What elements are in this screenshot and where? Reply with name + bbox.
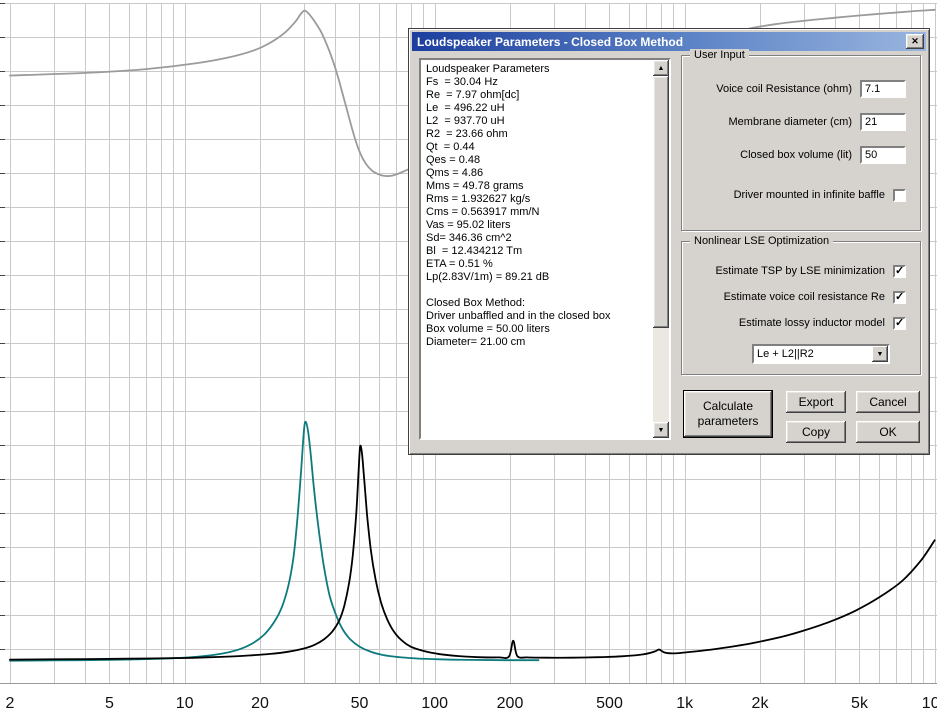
inductor-model-dropdown[interactable]: Le + L2||R2 ▼ (752, 344, 890, 364)
parameter-line: Bl = 12.434212 Tm (426, 245, 523, 257)
parameter-line: Fs = 30.04 Hz (426, 76, 498, 88)
x-tick-label: 2k (752, 695, 770, 712)
x-tick-label: 500 (596, 695, 623, 712)
membrane-diameter-input[interactable] (860, 113, 906, 131)
x-tick-label: 50 (351, 695, 369, 712)
user-input-group: User Input Voice coil Resistance (ohm) M… (681, 49, 921, 231)
estimate-tsp-checkbox[interactable]: ✓ (893, 264, 906, 278)
export-button[interactable]: Export (786, 391, 846, 413)
x-tick-label: 1k (676, 695, 694, 712)
x-tick-label: 2 (6, 695, 15, 712)
parameter-line: Qes = 0.48 (426, 154, 481, 166)
closed-box-volume-row: Closed box volume (lit) (740, 146, 906, 164)
estimate-tsp-row: Estimate TSP by LSE minimization ✓ (715, 262, 906, 280)
estimate-tsp-label: Estimate TSP by LSE minimization (715, 265, 885, 277)
estimate-re-checkbox[interactable]: ✓ (893, 290, 906, 304)
infinite-baffle-label: Driver mounted in infinite baffle (733, 189, 885, 201)
x-tick-label: 5 (105, 695, 114, 712)
dropdown-button[interactable]: ▼ (872, 346, 888, 362)
parameter-line: Sd= 346.36 cm^2 (426, 232, 512, 244)
voice-coil-resistance-input[interactable] (860, 80, 906, 98)
close-button[interactable]: ✕ (906, 34, 924, 49)
x-tick-label: 20 (251, 695, 269, 712)
parameter-line: Box volume = 50.00 liters (426, 323, 550, 335)
parameter-line: Qms = 4.86 (426, 167, 484, 179)
estimate-re-label: Estimate voice coil resistance Re (723, 291, 885, 303)
parameter-line: Re = 7.97 ohm[dc] (426, 89, 520, 101)
vertical-scrollbar[interactable]: ▲ ▼ (653, 60, 669, 438)
parameter-line: Driver unbaffled and in the closed box (426, 310, 611, 322)
infinite-baffle-row: Driver mounted in infinite baffle (734, 186, 906, 204)
copy-button[interactable]: Copy (786, 421, 846, 443)
x-tick-label: 200 (497, 695, 524, 712)
arrow-up-icon: ▲ (657, 64, 665, 72)
estimate-re-row: Estimate voice coil resistance Re ✓ (724, 288, 906, 306)
parameters-text-panel[interactable]: Loudspeaker Parameters Fs = 30.04 Hz Re = … (419, 58, 671, 440)
ok-button[interactable]: OK (856, 421, 920, 443)
estimate-inductor-row: Estimate lossy inductor model ✓ (739, 314, 906, 332)
parameter-line: Lp(2.83V/1m) = 89.21 dB (426, 271, 550, 283)
parameter-line: Closed Box Method: (426, 297, 526, 309)
calculate-parameters-button[interactable]: Calculate parameters (683, 390, 773, 438)
impedance-closed-box-curve (9, 444, 936, 661)
parameter-line (426, 284, 648, 297)
x-tick-label: 10 (176, 695, 194, 712)
x-tick-label: 10k (922, 695, 937, 712)
voice-coil-resistance-row: Voice coil Resistance (ohm) (716, 80, 906, 98)
lse-group-title: Nonlinear LSE Optimization (690, 235, 834, 248)
parameter-line: Le = 496.22 uH (426, 102, 505, 114)
dialog-titlebar[interactable]: Loudspeaker Parameters - Closed Box Meth… (412, 32, 926, 51)
user-input-group-title: User Input (690, 49, 749, 62)
scroll-up-button[interactable]: ▲ (653, 60, 669, 76)
scroll-down-button[interactable]: ▼ (653, 422, 669, 438)
scrollbar-thumb[interactable] (653, 76, 669, 328)
limp-impedance-view: 2 5 10 20 50 100 200 500 1k 2k 5k 10k Loudspeaker P… (0, 0, 937, 715)
arrow-down-icon: ▼ (657, 426, 665, 434)
x-tick-label: 5k (851, 695, 869, 712)
parameter-line: Qt = 0.44 (426, 141, 475, 153)
membrane-diameter-row: Membrane diameter (cm) (729, 113, 906, 131)
parameter-line: Mms = 49.78 grams (426, 180, 524, 192)
scrollbar-track[interactable] (653, 76, 669, 422)
infinite-baffle-checkbox[interactable] (893, 188, 906, 202)
closed-box-volume-input[interactable] (860, 146, 906, 164)
dropdown-arrow-icon: ▼ (876, 350, 884, 358)
parameter-line: Rms = 1.932627 kg/s (426, 193, 531, 205)
x-tick-label: 100 (421, 695, 448, 712)
estimate-inductor-label: Estimate lossy inductor model (738, 317, 885, 329)
estimate-inductor-checkbox[interactable]: ✓ (893, 316, 906, 330)
closed-box-volume-label: Closed box volume (lit) (740, 149, 852, 161)
parameter-line: Diameter= 21.00 cm (426, 336, 526, 348)
parameter-line: Cms = 0.563917 mm/N (426, 206, 540, 218)
parameter-line: R2 = 23.66 ohm (426, 128, 508, 140)
parameter-line: ETA = 0.51 % (426, 258, 493, 270)
membrane-diameter-label: Membrane diameter (cm) (728, 116, 852, 128)
voice-coil-resistance-label: Voice coil Resistance (ohm) (716, 83, 852, 95)
impedance-free-air-curve (9, 420, 540, 662)
lse-optimization-group: Nonlinear LSE Optimization Estimate TSP … (681, 235, 921, 375)
loudspeaker-parameters-dialog: Loudspeaker Parameters - Closed Box Meth… (408, 28, 930, 455)
parameter-line: L2 = 937.70 uH (426, 115, 505, 127)
parameter-line: Loudspeaker Parameters (426, 63, 550, 75)
cancel-button[interactable]: Cancel (856, 391, 920, 413)
parameters-text: Loudspeaker Parameters Fs = 30.04 Hz Re = … (421, 60, 653, 438)
close-icon: ✕ (911, 36, 919, 46)
inductor-model-value: Le + L2||R2 (757, 348, 814, 360)
dialog-title: Loudspeaker Parameters - Closed Box Meth… (417, 34, 684, 49)
parameter-line: Vas = 95.02 liters (426, 219, 511, 231)
